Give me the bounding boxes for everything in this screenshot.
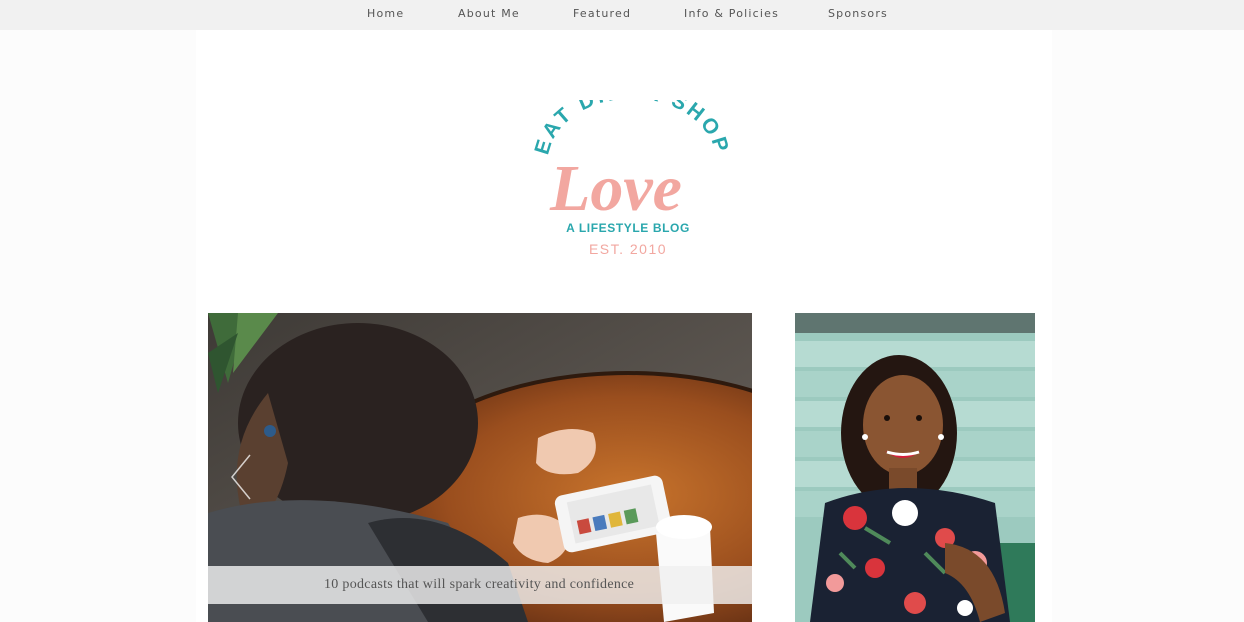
slide-caption-text[interactable]: 10 podcasts that will spark creativity a… xyxy=(324,577,634,593)
nav-info-policies-link[interactable]: Info & Policies xyxy=(684,7,779,20)
top-navigation: Home About Me Featured Info & Policies S… xyxy=(0,0,1244,30)
sidebar-profile-photo[interactable] xyxy=(795,313,1035,622)
chevron-left-icon xyxy=(231,454,251,500)
nav-about-me-link[interactable]: About Me xyxy=(458,7,520,20)
logo-script-text: Love xyxy=(549,152,682,225)
nav-sponsors-link[interactable]: Sponsors xyxy=(828,7,888,20)
site-logo[interactable]: EAT DRINK SHOP Love A LIFESTYLE BLOG EST… xyxy=(528,100,728,270)
featured-post-slider[interactable]: 10 podcasts that will spark creativity a… xyxy=(208,313,752,622)
svg-text:EAT DRINK SHOP: EAT DRINK SHOP xyxy=(530,100,728,157)
slider-prev-button[interactable] xyxy=(228,453,258,501)
logo-established: EST. 2010 xyxy=(589,241,667,257)
logo-tagline: A LIFESTYLE BLOG xyxy=(566,221,690,235)
profile-photo xyxy=(795,313,1035,622)
logo-arc-text: EAT DRINK SHOP xyxy=(530,100,728,157)
slide-caption-bar[interactable]: 10 podcasts that will spark creativity a… xyxy=(208,566,752,604)
nav-featured-link[interactable]: Featured xyxy=(573,7,631,20)
nav-home-link[interactable]: Home xyxy=(367,7,404,20)
